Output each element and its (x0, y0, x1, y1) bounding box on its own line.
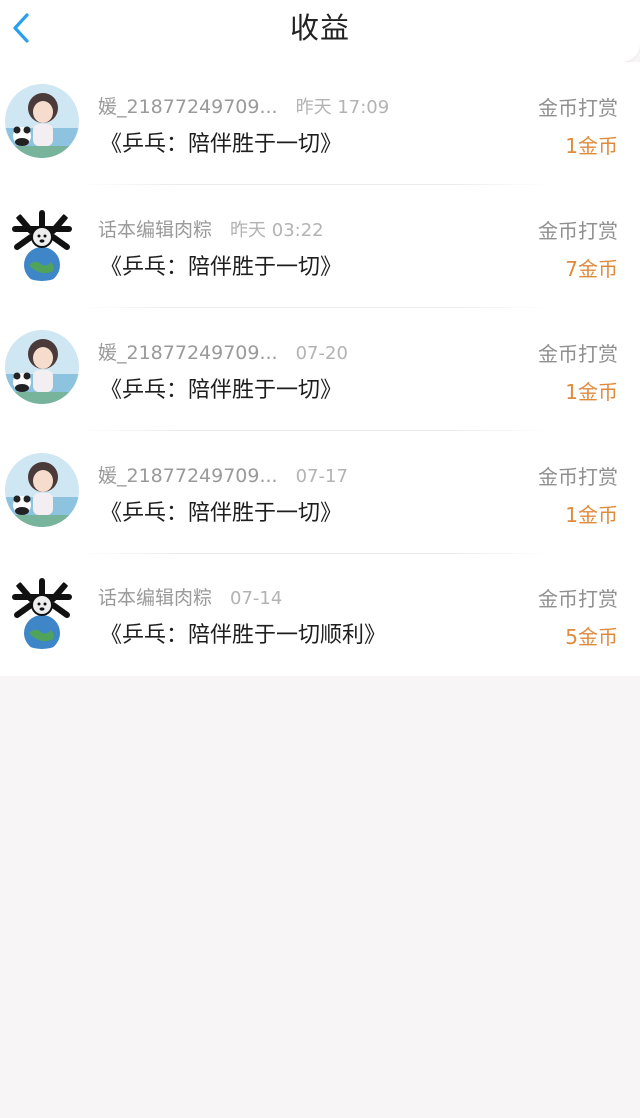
user-name: 话本编辑肉粽 (98, 219, 213, 241)
reward-type: 金币打赏 (538, 342, 618, 366)
reward-type: 金币打赏 (538, 96, 618, 120)
item-meta: 媛_21877249709... 07-17 (98, 461, 348, 487)
avatar[interactable] (5, 453, 79, 527)
reward-amount: 1金币 (565, 134, 618, 158)
avatar[interactable] (5, 330, 79, 404)
top-bar: 收益 (0, 0, 640, 62)
item-meta: 话本编辑肉粽 07-14 (98, 583, 282, 609)
item-time: 昨天 03:22 (230, 220, 324, 241)
reward-amount: 1金币 (565, 503, 618, 527)
user-name: 话本编辑肉粽 (98, 587, 213, 609)
item-time: 07-20 (295, 343, 348, 364)
item-meta: 媛_21877249709... 07-20 (98, 338, 348, 364)
user-name: 媛_21877249709... (98, 465, 278, 487)
reward-type: 金币打赏 (538, 219, 618, 243)
avatar[interactable] (5, 84, 79, 158)
reward-amount: 1金币 (565, 380, 618, 404)
book-title: 《乒乓：陪伴胜于一切》 (100, 132, 343, 157)
list-item[interactable]: 话本编辑肉粽 昨天 03:22 《乒乓：陪伴胜于一切》 金币打赏 7金币 (0, 185, 640, 308)
book-title: 《乒乓：陪伴胜于一切》 (100, 378, 343, 403)
list-item[interactable]: 话本编辑肉粽 07-14 《乒乓：陪伴胜于一切顺利》 金币打赏 5金币 (0, 553, 640, 676)
item-time: 07-17 (295, 466, 348, 487)
user-name: 媛_21877249709... (98, 342, 278, 364)
page-title: 收益 (289, 11, 350, 45)
book-title: 《乒乓：陪伴胜于一切》 (100, 255, 343, 280)
avatar[interactable] (5, 207, 79, 281)
user-name: 媛_21877249709... (98, 96, 278, 118)
list-item[interactable]: 媛_21877249709... 07-20 《乒乓：陪伴胜于一切》 金币打赏 1… (0, 308, 640, 431)
item-meta: 媛_21877249709... 昨天 17:09 (98, 92, 389, 118)
reward-type: 金币打赏 (538, 465, 618, 489)
reward-type: 金币打赏 (538, 587, 618, 611)
reward-amount: 5金币 (565, 625, 618, 649)
list-item[interactable]: 媛_21877249709... 昨天 17:09 《乒乓：陪伴胜于一切》 金币打… (0, 62, 640, 185)
list-item[interactable]: 媛_21877249709... 07-17 《乒乓：陪伴胜于一切》 金币打赏 1… (0, 431, 640, 554)
reward-amount: 7金币 (565, 257, 618, 281)
item-meta: 话本编辑肉粽 昨天 03:22 (98, 215, 324, 241)
book-title: 《乒乓：陪伴胜于一切》 (100, 501, 343, 526)
book-title: 《乒乓：陪伴胜于一切顺利》 (100, 623, 387, 648)
earnings-list: 媛_21877249709... 昨天 17:09 《乒乓：陪伴胜于一切》 金币打… (0, 62, 640, 676)
avatar[interactable] (5, 575, 79, 649)
item-time: 07-14 (230, 588, 283, 609)
item-time: 昨天 17:09 (295, 97, 390, 118)
